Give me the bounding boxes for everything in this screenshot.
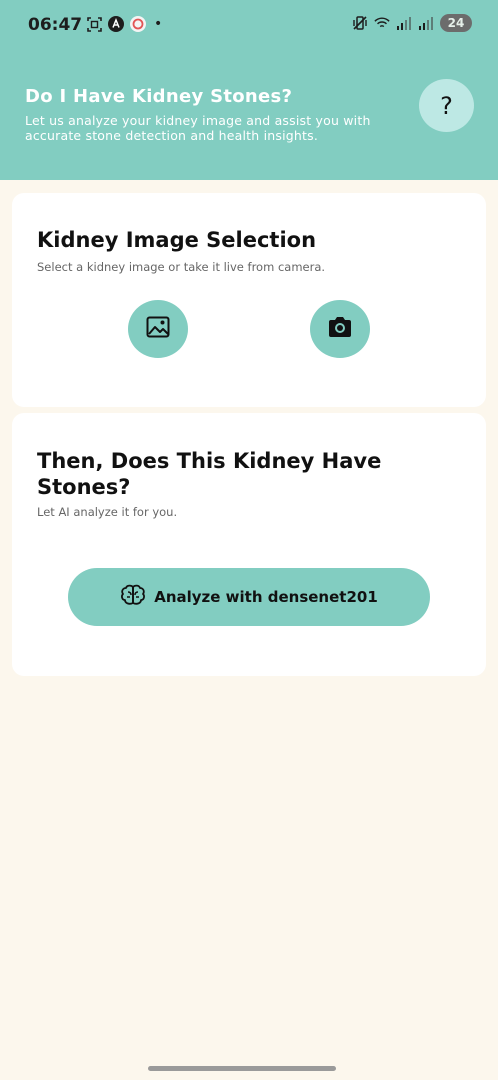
status-left-icons: •: [86, 16, 162, 32]
gallery-button[interactable]: [128, 300, 188, 358]
analyze-button[interactable]: Analyze with densenet201: [68, 568, 430, 626]
help-button[interactable]: ?: [419, 79, 474, 132]
brain-icon: [120, 584, 146, 610]
app-a-icon: [108, 16, 124, 32]
home-indicator[interactable]: [148, 1066, 336, 1071]
status-time: 06:47: [28, 15, 83, 35]
analyze-subtitle: Let AI analyze it for you.: [37, 505, 178, 519]
image-icon: [146, 316, 170, 342]
image-selection-subtitle: Select a kidney image or take it live fr…: [37, 260, 326, 274]
page-subtitle: Let us analyze your kidney image and ass…: [25, 113, 371, 143]
screenshot-icon: [86, 16, 102, 32]
camera-button[interactable]: [310, 300, 370, 358]
signal-icon: [396, 15, 412, 31]
wifi-icon: [374, 15, 390, 31]
mute-vibrate-icon: [352, 15, 368, 31]
analyze-card: Then, Does This Kidney Have Stones? Let …: [12, 413, 486, 676]
analyze-title: Then, Does This Kidney Have Stones?: [37, 449, 382, 499]
image-selection-title: Kidney Image Selection: [37, 228, 317, 252]
battery-indicator: 24: [440, 14, 472, 32]
status-dot: •: [154, 16, 163, 32]
camera-icon: [327, 316, 353, 342]
app-notification-icon: [130, 16, 146, 32]
page-title: Do I Have Kidney Stones?: [25, 86, 293, 107]
signal-icon-2: [418, 15, 434, 31]
header: 06:47 • 24 Do I Have Kidney Stones? Let …: [0, 0, 498, 180]
image-selection-card: Kidney Image Selection Select a kidney i…: [12, 193, 486, 407]
status-right-icons: 24: [352, 14, 472, 32]
status-bar: 06:47 • 24: [0, 0, 498, 52]
analyze-button-label: Analyze with densenet201: [154, 588, 378, 606]
